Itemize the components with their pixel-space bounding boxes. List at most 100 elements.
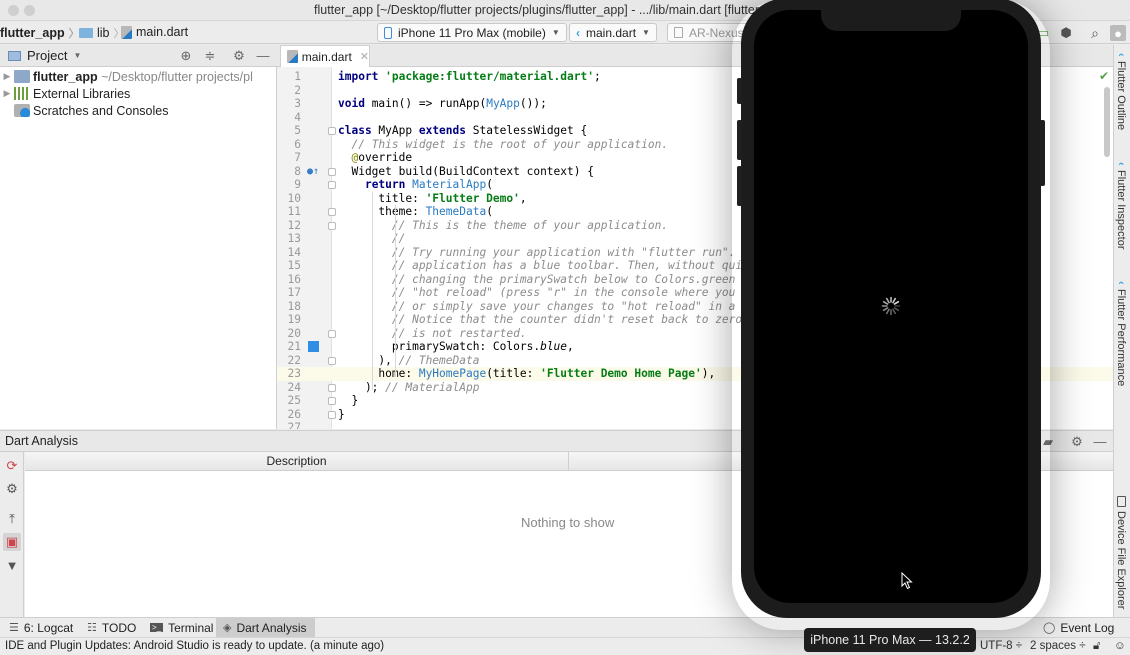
code-text: import 'package:flutter/material.dart'; [338,70,601,83]
close-tab-icon[interactable]: ✕ [360,50,369,63]
line-number[interactable]: 22 [277,354,301,368]
fold-marker-icon[interactable] [328,181,336,189]
panel-title: Dart Analysis [5,434,78,448]
fold-marker-icon[interactable] [328,397,336,405]
close-window-button[interactable] [8,5,19,16]
fold-marker-icon[interactable] [328,127,336,135]
gear-icon[interactable]: ⚙ [3,480,21,498]
indent-selector[interactable]: 2 spaces ÷ [1030,640,1086,652]
group-by-severity-icon[interactable]: ▣ [3,533,21,551]
tool-tab-flutter-outline[interactable]: ‹ Flutter Outline [1115,53,1127,130]
tree-item-external-libraries[interactable]: ▶ External Libraries [0,85,131,102]
fold-marker-icon[interactable] [328,329,336,338]
line-number[interactable]: 15 [277,259,301,273]
fold-marker-icon[interactable] [328,356,336,365]
tool-button-logcat[interactable]: ☰ 6: Logcat [2,618,80,637]
minimize-window-button[interactable] [24,5,35,16]
right-tool-strip: ‹ Flutter Outline ‹ Flutter Inspector ‹ … [1113,45,1130,617]
hide-panel-icon[interactable]: — [255,48,271,64]
fold-marker-icon[interactable] [328,167,336,176]
sync-project-icon[interactable]: ⬢ [1058,25,1074,41]
line-number[interactable]: 8 [277,165,301,179]
flutter-icon: ‹ [576,25,580,40]
project-panel-header: Project ▼ ⊕ ≑ ⚙ — [0,45,277,67]
fold-marker-icon[interactable] [328,410,336,419]
line-number[interactable]: 7 [277,151,301,165]
line-number[interactable]: 27 [277,421,301,429]
power-button[interactable] [1040,120,1045,186]
lock-icon[interactable]: 🔓︎ [1093,640,1100,653]
line-number[interactable]: 17 [277,286,301,300]
inspector-icon[interactable]: ☺ [1114,640,1126,652]
hide-panel-icon[interactable]: — [1092,434,1108,450]
line-number[interactable]: 25 [277,394,301,408]
line-number[interactable]: 24 [277,381,301,395]
tool-button-dart-analysis[interactable]: ◈ Dart Analysis [216,618,315,637]
fold-marker-icon[interactable] [328,383,336,392]
fold-marker-icon[interactable] [328,221,336,230]
expand-arrow-icon[interactable]: ▶ [0,88,14,99]
line-number[interactable]: 16 [277,273,301,287]
line-number[interactable]: 21 [277,340,301,354]
user-avatar-icon[interactable]: ● [1110,25,1126,41]
event-log-button[interactable]: ◯ Event Log [1036,618,1121,637]
code-text: theme: ThemeData( [338,205,493,218]
line-number[interactable]: 26 [277,408,301,422]
status-message[interactable]: IDE and Plugin Updates: Android Studio i… [5,640,384,652]
line-number[interactable]: 6 [277,138,301,152]
line-number[interactable]: 9 [277,178,301,192]
line-number[interactable]: 2 [277,84,301,98]
line-number[interactable]: 19 [277,313,301,327]
refresh-icon[interactable]: ⟳ [3,457,21,475]
fold-marker-icon[interactable] [328,208,336,216]
override-marker-icon[interactable]: ●↑ [307,165,319,179]
line-number[interactable]: 1 [277,70,301,84]
filter-icon[interactable]: ▼ [3,557,21,575]
simulator-screen[interactable] [754,10,1028,603]
locate-file-icon[interactable]: ⊕ [178,48,194,64]
volume-up-button[interactable] [737,120,742,160]
line-number[interactable]: 11 [277,205,301,219]
line-number[interactable]: 10 [277,192,301,206]
breadcrumb-lib[interactable]: lib 〉 [79,25,125,41]
device-selector[interactable]: iPhone 11 Pro Max (mobile) ▼ [377,23,567,42]
line-number[interactable]: 14 [277,246,301,260]
line-number[interactable]: 12 [277,219,301,233]
breadcrumb-project[interactable]: flutter_app 〉 [0,25,80,41]
color-swatch-icon[interactable] [308,341,319,352]
line-number[interactable]: 13 [277,232,301,246]
encoding-selector[interactable]: UTF-8 ÷ [980,640,1022,652]
code-text: primarySwatch: Colors.blue, [338,340,574,353]
line-number[interactable]: 4 [277,111,301,125]
line-number[interactable]: 23 [277,367,301,381]
breadcrumb-file[interactable]: main.dart [121,25,188,39]
run-config-selector[interactable]: ‹ main.dart ▼ [569,23,657,42]
tree-item-scratches[interactable]: Scratches and Consoles [0,102,169,119]
line-number[interactable]: 3 [277,97,301,111]
mute-switch[interactable] [737,78,742,104]
volume-down-button[interactable] [737,166,742,206]
tree-item-project[interactable]: ▶ flutter_app ~/Desktop/flutter projects… [0,68,253,85]
gear-icon[interactable]: ⚙ [231,48,247,64]
collapse-all-icon[interactable]: ≑ [202,48,218,64]
column-description[interactable]: Description [25,454,568,468]
search-icon[interactable]: ⌕ [1087,25,1103,41]
tool-tab-flutter-inspector[interactable]: ‹ Flutter Inspector [1115,162,1127,249]
autoscroll-icon[interactable]: ⤒ [3,510,21,528]
tool-tab-flutter-performance[interactable]: ‹ Flutter Performance [1115,281,1127,386]
line-number[interactable]: 20 [277,327,301,341]
line-number[interactable]: 18 [277,300,301,314]
tool-tab-device-file-explorer[interactable]: Device File Explorer [1115,496,1127,609]
gear-icon[interactable]: ⚙ [1069,434,1085,450]
expand-arrow-icon[interactable]: ▶ [0,71,14,82]
tab-main-dart[interactable]: main.dart ✕ [280,45,370,67]
tool-button-todo[interactable]: ☷ TODO [80,618,143,637]
code-text: Widget build(BuildContext context) { [338,164,594,178]
column-divider[interactable] [568,452,569,471]
line-number[interactable]: 5 [277,124,301,138]
project-view-selector[interactable]: Project ▼ [8,48,81,63]
editor-scrollbar[interactable] [1104,87,1110,157]
project-tree: ▶ flutter_app ~/Desktop/flutter projects… [0,67,277,429]
breadcrumb-separator: 〉 [68,28,80,40]
tool-button-terminal[interactable]: >_ Terminal [143,618,220,637]
